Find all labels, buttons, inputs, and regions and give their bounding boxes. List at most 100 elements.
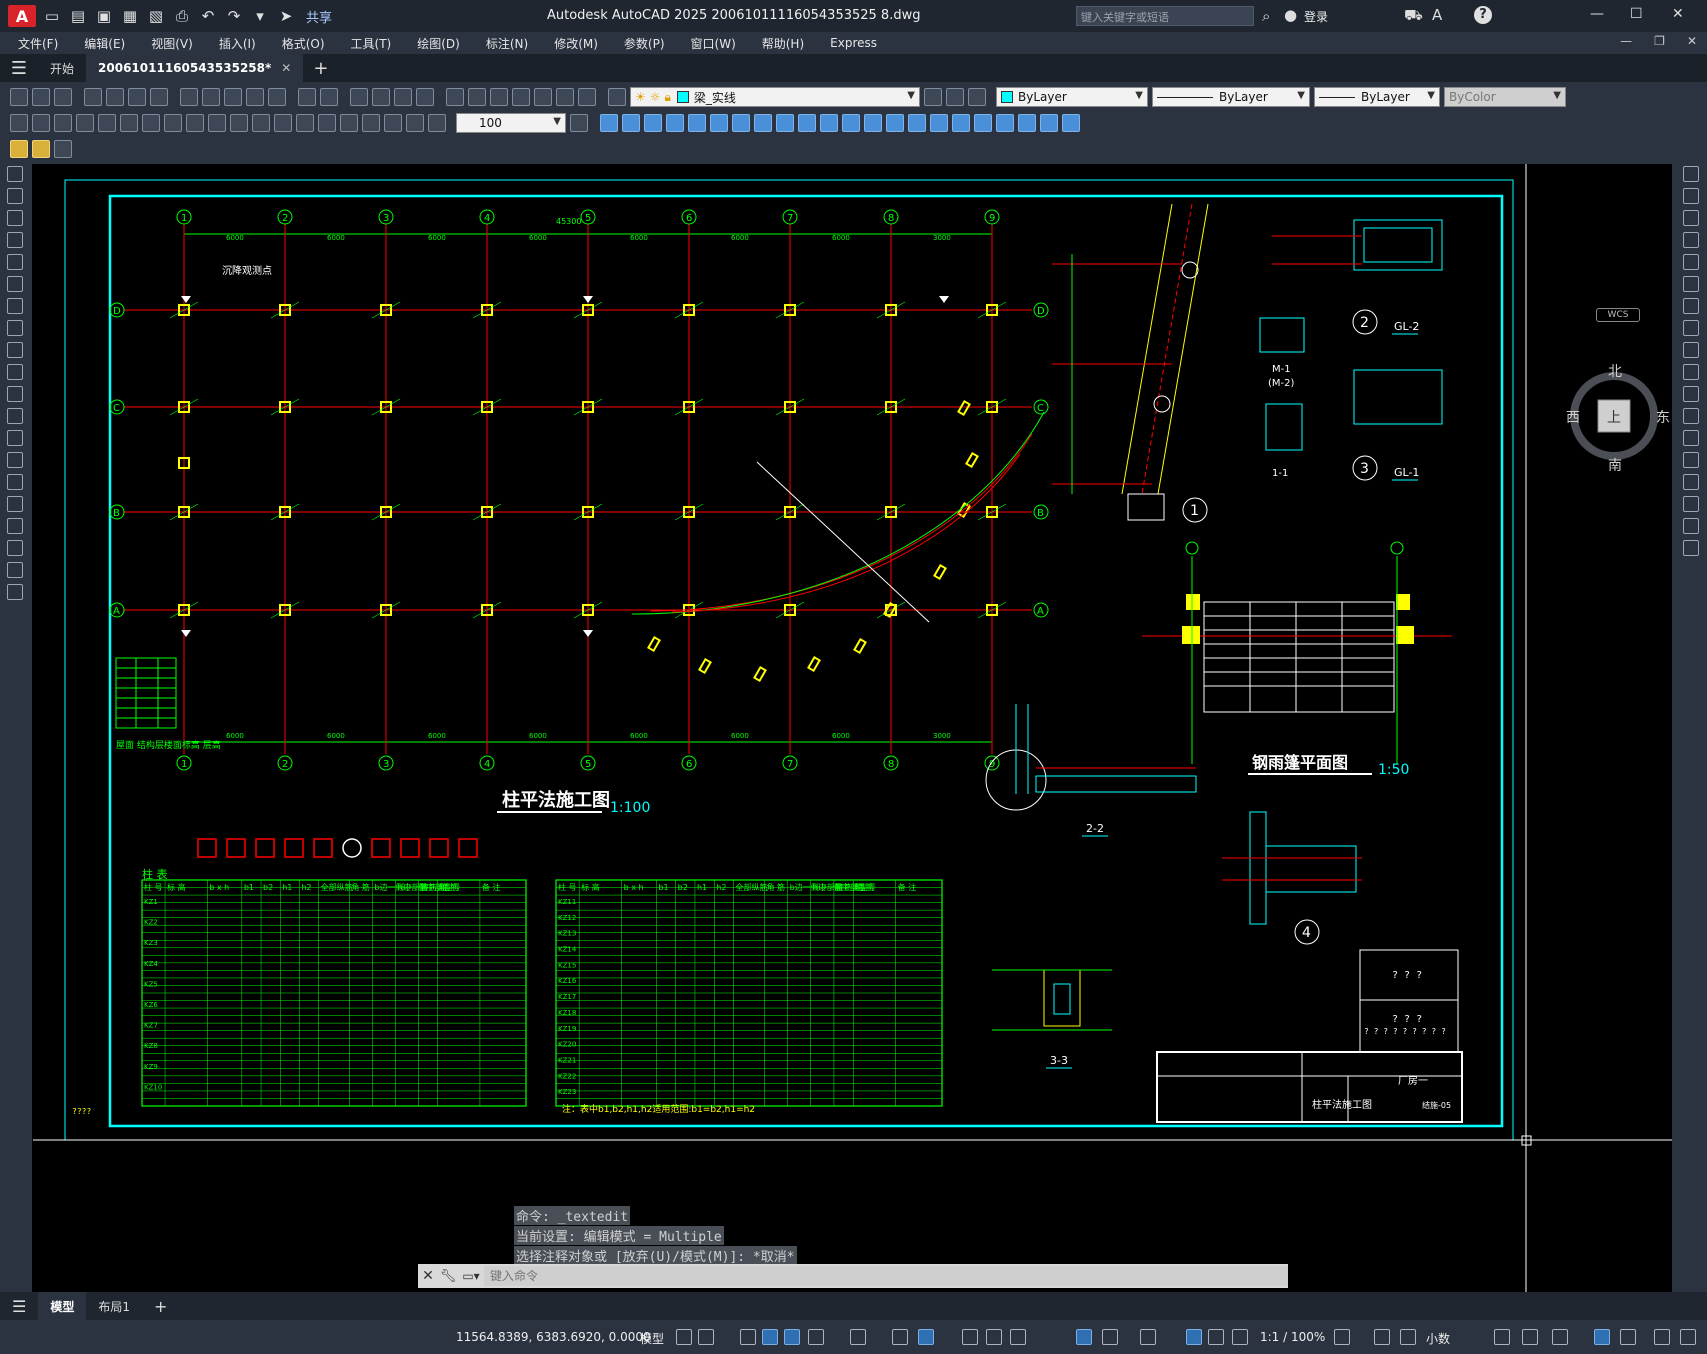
line-icon[interactable]	[7, 166, 23, 182]
save-icon[interactable]	[54, 88, 72, 106]
solid-box-icon[interactable]	[600, 114, 618, 132]
chamfer-icon[interactable]	[1682, 474, 1699, 490]
status-menu-icon[interactable]	[1680, 1329, 1696, 1345]
layout-menu-icon[interactable]: ☰	[0, 1292, 38, 1320]
menu-express[interactable]: Express	[830, 36, 877, 50]
publish-icon[interactable]	[128, 88, 146, 106]
help-toolbar-icon[interactable]	[578, 88, 596, 106]
dim-style-icon[interactable]	[570, 114, 588, 132]
subtract-icon[interactable]	[842, 114, 860, 132]
wcs-button[interactable]: WCS	[1596, 308, 1640, 322]
join-icon[interactable]	[1682, 452, 1699, 468]
offset-icon[interactable]	[1682, 232, 1699, 248]
cursor-coordinates[interactable]: 11564.8389, 6383.6920, 0.0000	[456, 1330, 651, 1344]
arc-icon[interactable]	[7, 276, 23, 292]
autodesk-app-icon[interactable]: A	[1432, 6, 1442, 24]
object-snap-icon[interactable]	[918, 1329, 934, 1345]
fillet-icon[interactable]	[1682, 496, 1699, 512]
user-icon[interactable]: ●	[1284, 6, 1297, 24]
new-file-icon[interactable]: ▭	[42, 6, 62, 26]
draw-order-icon[interactable]	[54, 140, 72, 158]
intersect-icon[interactable]	[864, 114, 882, 132]
command-customize-icon[interactable]: 🔧︎	[438, 1269, 458, 1284]
menu-tools[interactable]: 工具(T)	[351, 35, 392, 52]
linear-dim-icon[interactable]	[10, 114, 28, 132]
copy-object-icon[interactable]	[1682, 188, 1699, 204]
plotstyle-dropdown[interactable]: ByColor ▼	[1444, 87, 1566, 107]
grid-display-icon[interactable]	[676, 1329, 692, 1345]
dim-update-icon[interactable]	[428, 114, 446, 132]
command-input[interactable]	[484, 1266, 1288, 1286]
dynamic-input-icon[interactable]	[762, 1329, 778, 1345]
blend-curves-icon[interactable]	[1682, 518, 1699, 534]
tolerance-icon[interactable]	[296, 114, 314, 132]
selection-cycling-icon[interactable]	[986, 1329, 1002, 1345]
array-icon[interactable]	[1682, 254, 1699, 270]
sheet-set-icon[interactable]	[512, 88, 530, 106]
undo-icon[interactable]	[298, 88, 316, 106]
baseline-dim-icon[interactable]	[208, 114, 226, 132]
annotation-scale-value[interactable]: 1:1 / 100%	[1260, 1330, 1325, 1344]
chamfer-edge-icon[interactable]	[952, 114, 970, 132]
quick-dim-icon[interactable]	[186, 114, 204, 132]
region-icon[interactable]	[7, 518, 23, 534]
isolate-objects-icon[interactable]	[1552, 1329, 1568, 1345]
tab-start[interactable]: 开始	[38, 54, 86, 82]
infer-constraints-icon[interactable]	[740, 1329, 756, 1345]
annotation-scale-icon[interactable]	[1232, 1329, 1248, 1345]
zoom-previous-icon[interactable]	[416, 88, 434, 106]
paste-icon[interactable]	[224, 88, 242, 106]
block-editor-icon[interactable]	[268, 88, 286, 106]
save-icon[interactable]: ▣	[94, 6, 114, 26]
gizmo-icon[interactable]	[1140, 1329, 1156, 1345]
polyline-icon[interactable]	[7, 210, 23, 226]
menu-dimension[interactable]: 标注(N)	[486, 35, 528, 52]
design-center-icon[interactable]	[468, 88, 486, 106]
stretch-icon[interactable]	[1682, 342, 1699, 358]
arc-length-dim-icon[interactable]	[54, 114, 72, 132]
close-icon[interactable]: ✕	[1672, 6, 1684, 22]
image-icon[interactable]	[32, 140, 50, 158]
help-icon[interactable]: ?	[1474, 6, 1492, 24]
ordinate-dim-icon[interactable]	[76, 114, 94, 132]
insert-block-icon[interactable]	[7, 408, 23, 424]
match-properties-icon[interactable]	[246, 88, 264, 106]
polar-tracking-icon[interactable]	[808, 1329, 824, 1345]
units-value[interactable]: 小数	[1426, 1330, 1450, 1347]
menu-insert[interactable]: 插入(I)	[219, 35, 256, 52]
dim-break-icon[interactable]	[274, 114, 292, 132]
cart-icon[interactable]: ⛟	[1404, 6, 1423, 26]
open-icon[interactable]	[32, 88, 50, 106]
calculator-icon[interactable]	[556, 88, 574, 106]
3d-rotate-icon[interactable]	[1018, 114, 1036, 132]
ortho-mode-icon[interactable]	[784, 1329, 800, 1345]
rotate-icon[interactable]	[1682, 298, 1699, 314]
make-block-icon[interactable]	[7, 430, 23, 446]
trim-icon[interactable]	[1682, 364, 1699, 380]
move-icon[interactable]	[1682, 276, 1699, 292]
new-icon[interactable]	[10, 88, 28, 106]
auto-scale-icon[interactable]	[1208, 1329, 1224, 1345]
undo-icon[interactable]: ↶	[198, 6, 218, 26]
dim-edit-icon[interactable]	[384, 114, 402, 132]
union-icon[interactable]	[820, 114, 838, 132]
add-layout-plus-icon[interactable]: +	[142, 1292, 179, 1320]
tool-palettes-icon[interactable]	[490, 88, 508, 106]
dynamic-ucs-icon[interactable]	[1076, 1329, 1092, 1345]
redo-icon[interactable]: ↷	[224, 6, 244, 26]
gradient-icon[interactable]	[7, 496, 23, 512]
solid-torus-icon[interactable]	[710, 114, 728, 132]
3d-move-icon[interactable]	[996, 114, 1014, 132]
annotation-monitor-plus-icon[interactable]	[1374, 1329, 1390, 1345]
publish-icon[interactable]: ▧	[146, 6, 166, 26]
redo-icon[interactable]	[320, 88, 338, 106]
hatch-edit-icon[interactable]	[10, 140, 28, 158]
menu-format[interactable]: 格式(O)	[282, 35, 325, 52]
sweep-icon[interactable]	[776, 114, 794, 132]
quick-properties-icon[interactable]	[1494, 1329, 1510, 1345]
autocad-logo[interactable]: A	[8, 5, 36, 27]
presspull-icon[interactable]	[974, 114, 992, 132]
minimize-icon[interactable]: —	[1590, 6, 1604, 22]
open-file-icon[interactable]: ▤	[68, 6, 88, 26]
viewcube[interactable]: 上 北 南 东 西	[1562, 354, 1672, 474]
